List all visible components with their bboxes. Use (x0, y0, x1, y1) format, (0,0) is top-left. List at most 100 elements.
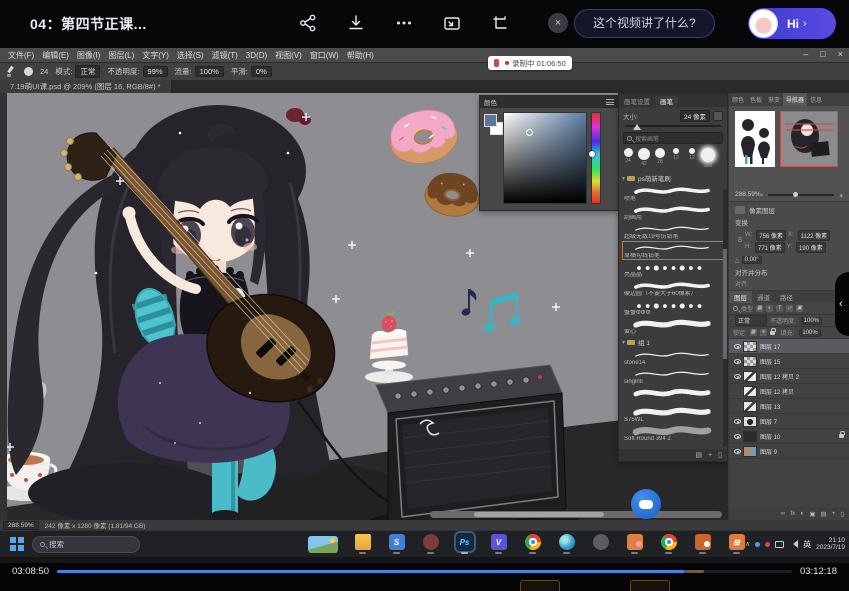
brush-group-header[interactable]: ▾ps萌新笔刷 (622, 172, 724, 184)
layers-tab[interactable]: 通道 (752, 291, 775, 303)
brush-item[interactable]: 喷笔 (622, 184, 724, 203)
brush-tip[interactable]: 24 (622, 148, 634, 164)
taskbar-app-app-v[interactable]: V (490, 534, 507, 554)
taskbar-search[interactable]: 搜索 (32, 536, 140, 553)
w-value[interactable]: 756 像素 (756, 230, 786, 241)
fg-bg-swatches[interactable] (483, 112, 503, 204)
brush-tip[interactable]: 13 (670, 148, 682, 161)
visibility-cell[interactable] (731, 449, 743, 454)
brush-scrollbar[interactable] (723, 189, 727, 447)
menu-item[interactable]: 图层(L) (108, 50, 134, 61)
brush-panel-tab[interactable]: 画笔设置 (619, 96, 655, 106)
close-icon[interactable]: × (548, 13, 568, 33)
brush-item[interactable]: 爱心 (622, 317, 724, 336)
visibility-cell[interactable] (731, 434, 743, 439)
filter-adjust-icon[interactable]: ◐ (766, 305, 773, 312)
brush-panel-tab[interactable]: 画笔 (655, 96, 678, 106)
brush-tip[interactable]: 42 (638, 148, 650, 167)
brush-item[interactable]: 蟹蟹ΦΦΦ (622, 298, 724, 317)
taskbar-app-chrome[interactable] (524, 534, 541, 554)
filter-smart-icon[interactable]: ▣ (796, 305, 803, 312)
brush-item[interactable]: 超级无敌19号仿铅笔 (622, 222, 724, 241)
angle-value[interactable]: 0.00° (742, 256, 762, 264)
filter-type-icon[interactable]: T (776, 305, 783, 312)
link-layers-icon[interactable]: ∞ (781, 510, 786, 517)
share-icon[interactable] (298, 13, 318, 33)
layer-row[interactable]: 图层 10 (729, 429, 849, 444)
menu-item[interactable]: 编辑(E) (42, 50, 69, 61)
layer-effects-icon[interactable]: fx (790, 510, 795, 517)
layer-row[interactable]: 图层 12 拷贝 2 (729, 369, 849, 384)
taskbar-app-chrome-2[interactable] (660, 534, 677, 554)
layer-row[interactable]: 图层 13 (729, 399, 849, 414)
adjustment-layer-icon[interactable]: ▣ (809, 510, 815, 518)
taskbar-app-app-orange-clock[interactable] (694, 534, 711, 554)
taskbar-app-photoshop[interactable]: Ps (456, 534, 473, 554)
eye-icon[interactable] (734, 344, 741, 349)
menu-item[interactable]: 文字(Y) (142, 50, 169, 61)
hue-slider[interactable] (591, 112, 601, 204)
taskbar-app-file-explorer[interactable] (354, 534, 371, 554)
lock-position-icon[interactable]: ✛ (760, 329, 767, 336)
weather-widget[interactable] (308, 536, 338, 553)
dock-tab[interactable]: 色板 (747, 93, 765, 106)
brush-item[interactable]: S75WL (622, 405, 724, 424)
h-value[interactable]: 771 像素 (755, 242, 785, 253)
dock-tab[interactable]: 信息 (807, 93, 825, 106)
new-layer-icon[interactable]: + (832, 510, 836, 517)
progress-bar[interactable] (57, 570, 792, 573)
mode-select[interactable]: 正常 (75, 65, 100, 78)
eye-icon[interactable] (734, 374, 741, 379)
brush-item[interactable]: 刮画用 (622, 203, 724, 222)
layer-row[interactable]: 图层 7 (729, 414, 849, 429)
menu-item[interactable]: 3D(D) (246, 51, 267, 60)
restore-icon[interactable]: □ (820, 49, 825, 59)
zoom-in-icon[interactable]: ▴ (839, 191, 843, 199)
brush-preset-icon[interactable] (24, 67, 33, 76)
zoom-percent[interactable]: 288.59% (735, 191, 761, 198)
brush-tip[interactable]: 28 (654, 148, 666, 165)
pen-pressure-icon[interactable] (713, 111, 723, 121)
layers-tab[interactable]: 图层 (729, 291, 752, 303)
zoom-out-icon[interactable]: ▴ (761, 192, 764, 198)
brush-item[interactable]: 草稿勾线铅笔 (622, 241, 724, 260)
taskbar-app-app-grid[interactable]: ⊞ (728, 534, 745, 554)
layer-opacity-value[interactable]: 100% (801, 317, 822, 325)
opacity-select[interactable]: 99% (143, 66, 168, 77)
delete-layer-icon[interactable]: ▯ (840, 510, 844, 518)
start-button-icon[interactable] (10, 537, 24, 551)
panel-menu-icon[interactable] (606, 99, 614, 105)
menu-item[interactable]: 视图(V) (275, 50, 302, 61)
sidebar-toggle[interactable]: ‹ (835, 272, 849, 336)
layers-tab[interactable]: 路径 (775, 291, 798, 303)
brush-size-slider[interactable] (625, 122, 721, 130)
ask-question-pill[interactable]: 这个视频讲了什么? (574, 9, 715, 38)
dock-tab[interactable]: 导航器 (783, 93, 807, 106)
tray-expand-icon[interactable]: ∧ (745, 540, 750, 548)
x-value[interactable]: 1122 像素 (798, 230, 831, 241)
horizontal-scrollbar[interactable] (430, 511, 722, 518)
saturation-field[interactable] (503, 112, 587, 204)
ime-indicator[interactable]: 英 (803, 539, 811, 550)
tray-app-icon[interactable] (755, 542, 760, 547)
menu-item[interactable]: 窗口(W) (310, 50, 339, 61)
taskbar-app-user-app[interactable] (422, 534, 439, 554)
status-zoom-field[interactable]: 288.59% (3, 521, 39, 530)
menu-item[interactable]: 图像(I) (77, 50, 101, 61)
minimize-icon[interactable]: – (803, 49, 808, 59)
brush-tool-icon[interactable] (5, 66, 16, 77)
link-dimensions-icon[interactable]: 8 (735, 229, 745, 253)
taskbar-app-edge[interactable] (558, 534, 575, 554)
brush-tip[interactable]: 12 (686, 148, 698, 161)
layer-group-icon[interactable]: ▤ (820, 510, 826, 518)
navigator-view[interactable] (780, 111, 838, 167)
new-brush-icon[interactable]: + (708, 452, 712, 459)
fill-value[interactable]: 100% (799, 329, 820, 337)
brush-search-input[interactable]: 搜索画笔 (623, 132, 723, 144)
volume-icon[interactable] (789, 540, 798, 548)
download-icon[interactable] (346, 13, 366, 33)
brush-item[interactable]: 硬边圆（不要大于60像素） (622, 279, 724, 298)
brush-item[interactable]: stone14 (622, 348, 724, 367)
flow-select[interactable]: 100% (195, 66, 224, 77)
filter-pixel-icon[interactable]: ▦ (756, 305, 763, 312)
